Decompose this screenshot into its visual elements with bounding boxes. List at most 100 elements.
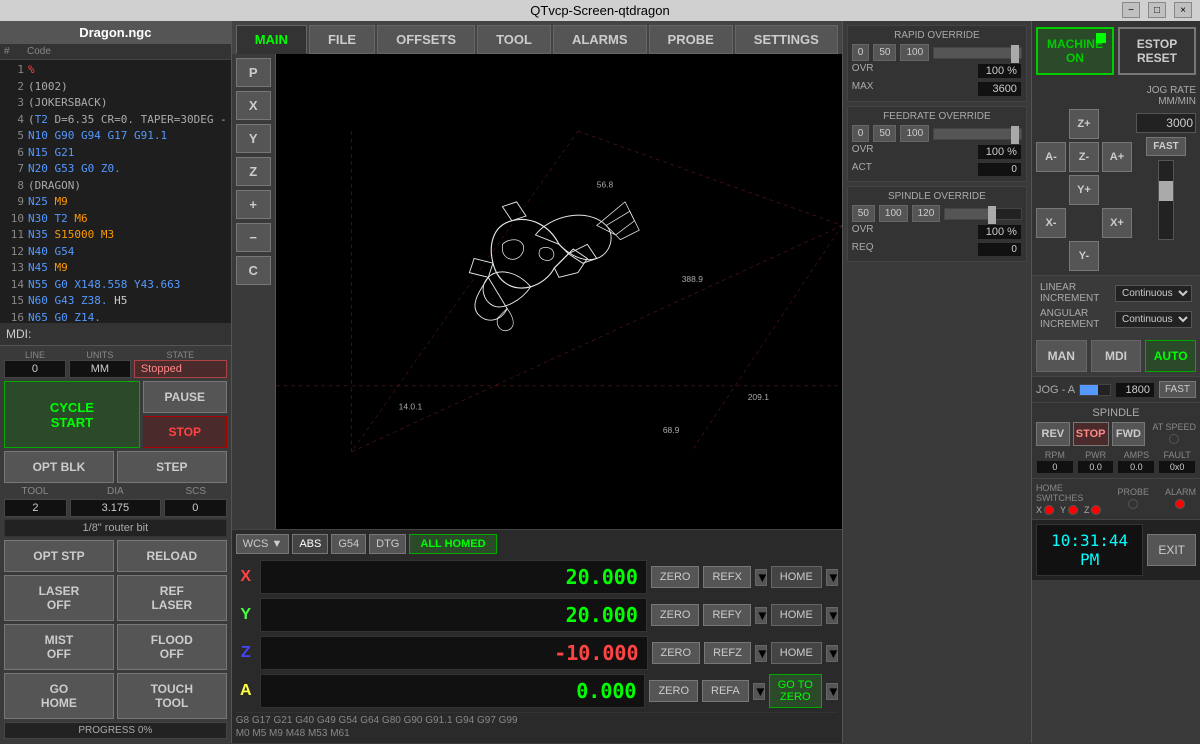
a-refa-button[interactable]: REFA (702, 680, 749, 702)
rapid-100-button[interactable]: 100 (900, 44, 929, 61)
wcs-button[interactable]: WCS ▼ (236, 534, 290, 554)
stop-button[interactable]: STOP (143, 416, 227, 448)
x-dro-dropdown[interactable]: ▼ (755, 569, 767, 586)
tool-description: 1/8" router bit (4, 519, 227, 537)
close-button[interactable]: × (1174, 2, 1192, 18)
go-home-button[interactable]: GOHOME (4, 673, 114, 719)
go-to-zero-button[interactable]: GO TOZERO (769, 674, 822, 708)
touch-tool-button[interactable]: TOUCHTOOL (117, 673, 227, 719)
side-z-button[interactable]: Z (236, 157, 271, 186)
auto-mode-button[interactable]: AUTO (1145, 340, 1196, 372)
tab-file[interactable]: FILE (309, 25, 375, 54)
tab-alarms[interactable]: ALARMS (553, 25, 647, 54)
x-home-dropdown[interactable]: ▼ (826, 569, 838, 586)
side-c-button[interactable]: C (236, 256, 271, 285)
reload-button[interactable]: RELOAD (117, 540, 227, 572)
tab-settings[interactable]: SETTINGS (735, 25, 838, 54)
minimize-button[interactable]: − (1122, 2, 1140, 18)
side-plus-button[interactable]: + (236, 190, 271, 219)
feed-100-button[interactable]: 100 (900, 125, 929, 142)
tab-tool[interactable]: TOOL (477, 25, 551, 54)
y-plus-button[interactable]: Y+ (1069, 175, 1099, 205)
step-button[interactable]: STEP (117, 451, 227, 483)
spindle-120-button[interactable]: 120 (912, 205, 941, 222)
feed-50-button[interactable]: 50 (873, 125, 896, 142)
abs-button[interactable]: ABS (292, 534, 328, 554)
amps-label: AMPS (1117, 450, 1155, 460)
g54-button[interactable]: G54 (331, 534, 366, 554)
maximize-button[interactable]: □ (1148, 2, 1166, 18)
x-home-button[interactable]: HOME (771, 566, 822, 588)
linear-increment-select[interactable]: Continuous 0.001 0.01 0.1 1.0 10.0 (1115, 285, 1192, 302)
jog-a-slider[interactable] (1079, 384, 1111, 396)
angular-increment-select[interactable]: Continuous 0.001 0.01 0.1 1.0 10.0 (1115, 311, 1192, 328)
x-zero-button[interactable]: ZERO (651, 566, 700, 588)
flood-off-button[interactable]: FLOODOFF (117, 624, 227, 670)
side-x-button[interactable]: X (236, 91, 271, 120)
a-dro-dropdown[interactable]: ▼ (753, 683, 765, 700)
z-home-dropdown[interactable]: ▼ (826, 645, 838, 662)
rapid-slider[interactable] (933, 47, 1022, 59)
opt-stp-button[interactable]: OPT STP (4, 540, 114, 572)
x-plus-button[interactable]: X+ (1102, 208, 1132, 238)
all-homed-button[interactable]: ALL HOMED (409, 534, 496, 554)
tab-probe[interactable]: PROBE (649, 25, 733, 54)
ref-laser-button[interactable]: REFLASER (117, 575, 227, 621)
z-dro-value[interactable]: -10.000 (260, 636, 648, 670)
spindle-override-slider[interactable] (944, 208, 1022, 220)
laser-off-button[interactable]: LASEROFF (4, 575, 114, 621)
tab-main[interactable]: MAIN (236, 25, 307, 54)
x-axis-label: X (236, 568, 256, 586)
y-refy-button[interactable]: REFY (703, 604, 750, 626)
a-zero-button[interactable]: ZERO (649, 680, 698, 702)
x-dro-value[interactable]: 20.000 (260, 560, 647, 594)
side-minus-button[interactable]: − (236, 223, 271, 252)
rpm-value: 0 (1036, 460, 1074, 474)
y-home-dropdown[interactable]: ▼ (826, 607, 838, 624)
y-zero-button[interactable]: ZERO (651, 604, 700, 626)
z-zero-button[interactable]: ZERO (652, 642, 701, 664)
spindle-50-button[interactable]: 50 (852, 205, 875, 222)
exit-button[interactable]: EXIT (1147, 534, 1196, 566)
machine-on-button[interactable]: MACHINEON (1036, 27, 1114, 75)
a-minus-button[interactable]: A- (1036, 142, 1066, 172)
y-home-button[interactable]: HOME (771, 604, 822, 626)
mdi-mode-button[interactable]: MDI (1091, 340, 1142, 372)
dtg-button[interactable]: DTG (369, 534, 406, 554)
tab-offsets[interactable]: OFFSETS (377, 25, 475, 54)
man-mode-button[interactable]: MAN (1036, 340, 1087, 372)
jog-rate-input[interactable] (1136, 113, 1196, 133)
cycle-start-button[interactable]: CYCLESTART (4, 381, 140, 448)
rapid-0-button[interactable]: 0 (852, 44, 870, 61)
spindle-stop-button[interactable]: STOP (1073, 422, 1109, 446)
y-dro-value[interactable]: 20.000 (260, 598, 647, 632)
pause-button[interactable]: PAUSE (143, 381, 227, 413)
a-dro-value[interactable]: 0.000 (260, 674, 646, 708)
spindle-fwd-button[interactable]: FWD (1112, 422, 1146, 446)
jog-a-fast-button[interactable]: FAST (1159, 381, 1196, 398)
side-y-button[interactable]: Y (236, 124, 271, 153)
z-home-button[interactable]: HOME (771, 642, 822, 664)
fast-jog-button[interactable]: FAST (1146, 137, 1186, 156)
spindle-100-button[interactable]: 100 (879, 205, 908, 222)
x-minus-button[interactable]: X- (1036, 208, 1066, 238)
spindle-rev-button[interactable]: REV (1036, 422, 1070, 446)
z-minus-button[interactable]: Z- (1069, 142, 1099, 172)
z-refz-button[interactable]: REFZ (704, 642, 751, 664)
y-dro-dropdown[interactable]: ▼ (755, 607, 767, 624)
feedrate-slider[interactable] (933, 128, 1022, 140)
mist-off-button[interactable]: MISTOFF (4, 624, 114, 670)
estop-reset-button[interactable]: ESTOPRESET (1118, 27, 1196, 75)
z-dro-dropdown[interactable]: ▼ (755, 645, 767, 662)
rapid-50-button[interactable]: 50 (873, 44, 896, 61)
jog-rate-slider[interactable] (1158, 160, 1174, 240)
a-goto-dropdown[interactable]: ▼ (826, 683, 838, 700)
z-plus-button[interactable]: Z+ (1069, 109, 1099, 139)
y-minus-button[interactable]: Y- (1069, 241, 1099, 271)
side-p-button[interactable]: P (236, 58, 271, 87)
rapid-max-value: 3600 (977, 81, 1022, 97)
a-plus-button[interactable]: A+ (1102, 142, 1132, 172)
opt-blk-button[interactable]: OPT BLK (4, 451, 114, 483)
x-refx-button[interactable]: REFX (703, 566, 750, 588)
feed-0-button[interactable]: 0 (852, 125, 870, 142)
